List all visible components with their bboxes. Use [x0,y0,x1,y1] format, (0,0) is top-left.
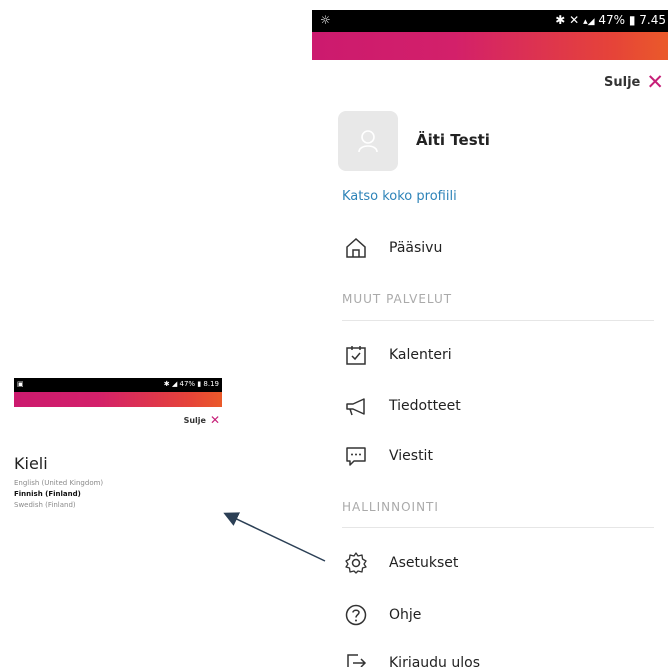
status-bar: ☼ ✱ ✕ ▴◢ 47% ▮ 7.45 [312,10,668,32]
battery-icon: ▮ [197,380,202,388]
section-header-administration: HALLINNOINTI [342,500,439,514]
bluetooth-icon: ✱ [163,380,170,388]
message-icon [342,442,370,470]
close-icon: ✕ [646,70,664,94]
bluetooth-icon: ✱ [555,13,566,27]
section-header-other-services: MUUT PALVELUT [342,292,453,306]
calendar-icon [342,341,370,369]
menu-item-settings[interactable]: Asetukset [342,548,458,578]
signal-icon: ▴◢ [583,17,595,27]
language-screen: ▣ ✱ ◢ 47% ▮ 8.19 Sulje ✕ Kieli English (… [14,378,222,550]
close-icon: ✕ [209,413,220,427]
battery-percent: 47% [179,380,196,388]
menu-item-help[interactable]: Ohje [342,600,421,630]
help-icon [342,601,370,629]
language-option-english[interactable]: English (United Kingdom) [14,479,103,487]
logout-icon [342,649,370,667]
menu-item-announcements[interactable]: Tiedotteet [342,391,461,421]
close-label: Sulje [604,74,641,90]
battery-icon: ▮ [628,13,636,27]
battery-percent: 47% [598,13,626,27]
avatar[interactable] [338,111,398,171]
notification-icon: ☼ [320,13,331,27]
menu-item-label: Tiedotteet [389,398,461,414]
language-option-finnish[interactable]: Finnish (Finland) [14,490,81,498]
clock: 8.19 [203,380,219,388]
main-menu-screen: ☼ ✱ ✕ ▴◢ 47% ▮ 7.45 Sulje ✕ Äiti Testi K… [312,0,668,667]
home-icon [342,234,370,262]
menu-item-label: Kalenteri [389,347,452,363]
gear-icon [342,549,370,577]
user-icon [358,130,378,153]
menu-item-calendar[interactable]: Kalenteri [342,340,452,370]
close-label: Sulje [183,415,206,425]
view-profile-link[interactable]: Katso koko profiili [342,189,457,204]
megaphone-icon [342,392,370,420]
close-button[interactable]: Sulje ✕ [604,70,664,94]
divider [342,320,654,321]
menu-item-logout[interactable]: Kirjaudu ulos [342,648,480,667]
menu-item-home[interactable]: Pääsivu [342,233,442,263]
signal-icon: ◢ [171,380,178,388]
notification-icon: ▣ [17,380,24,388]
menu-item-label: Kirjaudu ulos [389,655,480,667]
user-name: Äiti Testi [416,131,490,149]
header-gradient-bar [312,32,668,60]
menu-item-label: Pääsivu [389,240,443,256]
close-button[interactable]: Sulje ✕ [184,414,220,426]
clock: 7.45 [639,13,666,27]
menu-item-label: Viestit [389,448,433,464]
menu-item-label: Ohje [389,607,422,623]
menu-item-messages[interactable]: Viestit [342,441,433,471]
header-gradient-bar [14,392,222,407]
mute-icon: ✕ [569,13,580,27]
page-title: Kieli [14,454,48,473]
menu-item-label: Asetukset [389,555,459,571]
language-option-swedish[interactable]: Swedish (Finland) [14,501,76,509]
divider [342,527,654,528]
status-bar: ▣ ✱ ◢ 47% ▮ 8.19 [14,378,222,392]
